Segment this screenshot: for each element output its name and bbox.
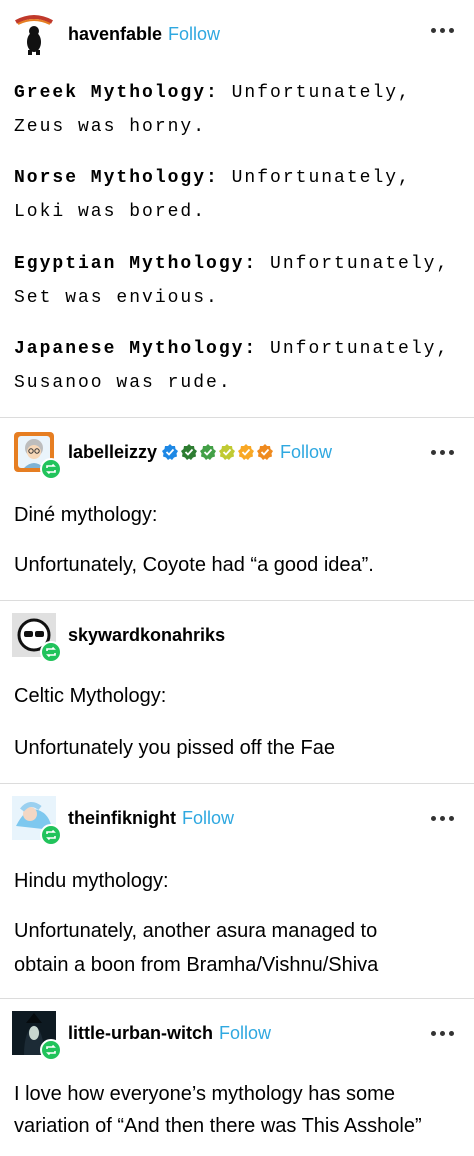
post-paragraph: Celtic Mythology: xyxy=(14,685,167,707)
block-rest: Unfortunately, xyxy=(218,168,411,188)
username[interactable]: theinfiknight xyxy=(68,808,176,829)
mythology-block-egyptian: Egyptian Mythology: Unfortunately, Set w… xyxy=(14,247,464,315)
post-divider xyxy=(0,998,474,999)
block-heading: Japanese Mythology: xyxy=(14,339,258,359)
follow-button[interactable]: Follow xyxy=(182,808,234,829)
post-paragraph: Unfortunately, Coyote had “a good idea”. xyxy=(14,554,374,576)
block-rest: Unfortunately, xyxy=(218,83,411,103)
verified-badge-icon xyxy=(180,443,198,461)
block-line2: Set was envious. xyxy=(14,288,219,308)
more-options-icon[interactable] xyxy=(431,1031,454,1036)
post-paragraph: Diné mythology: xyxy=(14,504,158,526)
post-paragraph: Hindu mythology: xyxy=(14,870,169,892)
follow-button[interactable]: Follow xyxy=(168,24,220,45)
mythology-block-greek: Greek Mythology: Unfortunately, Zeus was… xyxy=(14,76,464,144)
avatar-labelleizzy[interactable] xyxy=(12,430,62,480)
more-options-icon[interactable] xyxy=(431,816,454,821)
verified-badge-icon xyxy=(237,443,255,461)
avatar-little-urban-witch[interactable] xyxy=(12,1011,62,1061)
follow-button[interactable]: Follow xyxy=(280,442,332,463)
post-paragraph: Unfortunately you pissed off the Fae xyxy=(14,737,335,759)
block-rest: Unfortunately, xyxy=(257,254,450,274)
follow-button[interactable]: Follow xyxy=(219,1023,271,1044)
post-divider xyxy=(0,417,474,418)
reblog-badge-icon xyxy=(40,1039,62,1061)
post-divider xyxy=(0,600,474,601)
rat-avatar-icon xyxy=(12,12,56,56)
avatar-havenfable[interactable] xyxy=(12,12,56,56)
verified-badge-icon xyxy=(161,443,179,461)
verified-badge-icon xyxy=(218,443,236,461)
post-divider xyxy=(0,783,474,784)
verified-badge-icon xyxy=(256,443,274,461)
block-heading: Norse Mythology: xyxy=(14,168,219,188)
username[interactable]: labelleizzy xyxy=(68,442,157,463)
block-line2: Zeus was horny. xyxy=(14,117,207,137)
post-paragraph: I love how everyone’s mythology has some xyxy=(14,1083,395,1105)
block-heading: Egyptian Mythology: xyxy=(14,254,258,274)
post-paragraph: Unfortunately, another asura managed to xyxy=(14,920,378,942)
block-heading: Greek Mythology: xyxy=(14,83,219,103)
avatar-theinfiknight[interactable] xyxy=(12,796,62,846)
avatar-skywardkonahriks[interactable] xyxy=(12,613,62,663)
more-options-icon[interactable] xyxy=(431,450,454,455)
mythology-block-norse: Norse Mythology: Unfortunately, Loki was… xyxy=(14,161,464,229)
block-line2: Susanoo was rude. xyxy=(14,373,232,393)
reblog-badge-icon xyxy=(40,641,62,663)
verified-badge-icon xyxy=(199,443,217,461)
block-rest: Unfortunately, xyxy=(257,339,450,359)
mythology-block-japanese: Japanese Mythology: Unfortunately, Susan… xyxy=(14,332,464,400)
username[interactable]: havenfable xyxy=(68,24,162,45)
post-paragraph: variation of “And then there was This As… xyxy=(14,1115,422,1137)
reblog-badge-icon xyxy=(40,824,62,846)
verified-badges xyxy=(161,443,274,461)
block-line2: Loki was bored. xyxy=(14,202,207,222)
username[interactable]: little-urban-witch xyxy=(68,1023,213,1044)
reblog-badge-icon xyxy=(40,458,62,480)
username[interactable]: skywardkonahriks xyxy=(68,625,225,646)
more-options-icon[interactable] xyxy=(431,28,454,33)
post-paragraph: obtain a boon from Bramha/Vishnu/Shiva xyxy=(14,954,379,976)
